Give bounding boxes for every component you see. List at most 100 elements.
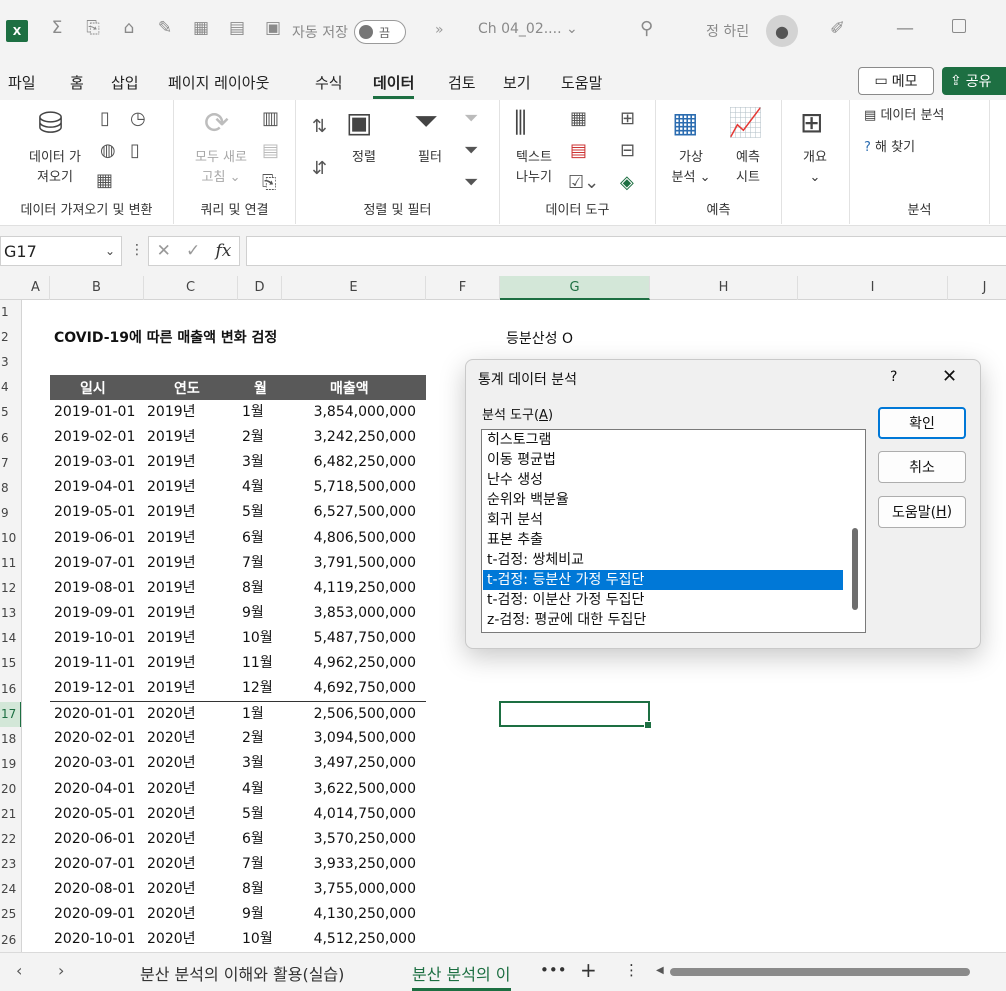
cell-date[interactable]: 2019-11-01 [54, 651, 135, 676]
cell-date[interactable]: 2019-01-01 [54, 400, 135, 425]
avatar[interactable]: ● [766, 15, 798, 47]
tab-home[interactable]: 홈 [70, 72, 84, 93]
outline-button[interactable]: 개요 ⌄ [790, 148, 840, 188]
forecast-sheet-button[interactable]: 예측 시트 [724, 148, 772, 188]
header-date[interactable]: 일시 [80, 378, 106, 398]
cell-year[interactable]: 2020년 [147, 702, 196, 727]
list-item[interactable]: z-검정: 평균에 대한 두집단 [483, 610, 843, 630]
search-icon[interactable]: ⚲ [640, 18, 653, 39]
row-header[interactable]: 12 [0, 576, 21, 601]
cell-month[interactable]: 6월 [242, 827, 264, 852]
cell-year[interactable]: 2019년 [147, 576, 196, 601]
autosave-toggle[interactable]: 끔 [353, 20, 406, 44]
cell-month[interactable]: 8월 [242, 877, 264, 902]
reapply-filter-icon[interactable]: ⏷ [464, 140, 478, 161]
column-header[interactable]: B [50, 276, 144, 300]
more-sheets-icon[interactable]: ••• [540, 961, 567, 979]
row-header[interactable]: 23 [0, 852, 21, 877]
row-header[interactable]: 7 [0, 451, 21, 476]
row-header[interactable]: 5 [0, 400, 21, 425]
cell-date[interactable]: 2019-09-01 [54, 601, 135, 626]
cell-month[interactable]: 6월 [242, 526, 264, 551]
grid-icon[interactable]: ▦ [190, 18, 212, 38]
analysis-tools-list[interactable]: 히스토그램 이동 평균법 난수 생성 순위와 백분율 회귀 분석 표본 추출 t-검정: 쌍… [481, 429, 866, 633]
edit-links-icon[interactable]: ⎘ [262, 172, 276, 193]
cell-date[interactable]: 2019-04-01 [54, 475, 135, 500]
scrollbar-thumb[interactable] [852, 528, 858, 610]
relationships-icon[interactable]: ⊟ [620, 140, 635, 161]
data-analysis-button[interactable]: ▤ 데이터 분석 [864, 106, 944, 126]
column-header[interactable]: D [238, 276, 282, 300]
row-header[interactable]: 22 [0, 827, 21, 852]
prev-sheet-icon[interactable]: ‹ [16, 961, 22, 980]
list-item[interactable]: t-검정: 쌍체비교 [483, 550, 843, 570]
cell-month[interactable]: 9월 [242, 902, 264, 927]
row-header[interactable]: 16 [0, 677, 21, 702]
list-item[interactable]: 표본 추출 [483, 530, 843, 550]
chevron-down-icon[interactable]: ⌄ [105, 244, 115, 258]
list-item[interactable]: t-검정: 등분산 가정 두집단 [483, 570, 843, 590]
list-item[interactable]: 난수 생성 [483, 470, 843, 490]
cell-date[interactable]: 2020-09-01 [54, 902, 135, 927]
row-header[interactable]: 8 [0, 476, 21, 501]
cell-sales[interactable]: 3,755,000,000 [314, 877, 416, 902]
more-commands-icon[interactable]: » [435, 22, 444, 38]
sheet-tab-active[interactable]: 분산 분석의 이 [412, 961, 511, 991]
cell-month[interactable]: 11월 [242, 651, 273, 676]
next-sheet-icon[interactable]: › [58, 961, 64, 980]
properties-icon[interactable]: ▤ [262, 140, 279, 161]
cell-date[interactable]: 2019-08-01 [54, 576, 135, 601]
from-table-icon[interactable]: ▦ [96, 170, 113, 191]
from-web-icon[interactable]: ◍ [100, 140, 116, 161]
row-header[interactable]: 18 [0, 727, 21, 752]
cell-date[interactable]: 2019-07-01 [54, 551, 135, 576]
cell-sales[interactable]: 4,119,250,000 [314, 576, 416, 601]
cell-sales[interactable]: 3,570,250,000 [314, 827, 416, 852]
list-item[interactable]: 히스토그램 [483, 430, 843, 450]
sort-descending-icon[interactable]: ⇵ [312, 158, 327, 179]
cell-month[interactable]: 7월 [242, 551, 264, 576]
column-header[interactable]: C [144, 276, 238, 300]
data-validation-icon[interactable]: ☑⌄ [568, 172, 599, 193]
row-header[interactable]: 25 [0, 902, 21, 927]
check-icon[interactable]: ✓ [186, 241, 200, 261]
name-box[interactable]: G17 ⌄ [0, 236, 122, 266]
cell-year[interactable]: 2019년 [147, 500, 196, 525]
cell-year[interactable]: 2019년 [147, 676, 196, 701]
cell-sales[interactable]: 3,933,250,000 [314, 852, 416, 877]
cell-year[interactable]: 2020년 [147, 852, 196, 877]
row-header[interactable]: 1 [0, 300, 21, 325]
cell-sales[interactable]: 3,242,250,000 [314, 425, 416, 450]
cell-date[interactable]: 2020-05-01 [54, 802, 135, 827]
column-header[interactable]: A [22, 276, 50, 300]
share-button[interactable]: ⇪ 공유 [942, 67, 1006, 95]
cell-month[interactable]: 10월 [242, 626, 273, 651]
tab-page-layout[interactable]: 페이지 레이아웃 [168, 72, 269, 93]
cell-date[interactable]: 2019-02-01 [54, 425, 135, 450]
existing-connections-icon[interactable]: ▯ [130, 140, 140, 161]
list-item[interactable]: 회귀 분석 [483, 510, 843, 530]
row-header[interactable]: 15 [0, 651, 21, 676]
formula-input[interactable] [246, 236, 1006, 266]
sheet-title[interactable]: COVID-19에 따른 매출액 변화 검정 [54, 327, 277, 347]
solver-button[interactable]: ? 해 찾기 [864, 138, 915, 158]
cell-sales[interactable]: 4,014,750,000 [314, 802, 416, 827]
pen-icon[interactable]: ✐ [830, 18, 845, 39]
data-model-icon[interactable]: ◈ [620, 172, 634, 193]
cell-month[interactable]: 8월 [242, 576, 264, 601]
cell-sales[interactable]: 4,962,250,000 [314, 651, 416, 676]
list-item[interactable]: 이동 평균법 [483, 450, 843, 470]
advanced-filter-icon[interactable]: ⏷ [464, 172, 478, 193]
cell-date[interactable]: 2020-03-01 [54, 751, 135, 776]
cell-year[interactable]: 2019년 [147, 601, 196, 626]
what-if-button[interactable]: 가상 분석 ⌄ [664, 148, 718, 188]
cell-month[interactable]: 4월 [242, 777, 264, 802]
header-sales[interactable]: 매출액 [330, 378, 369, 398]
cell-sales[interactable]: 3,622,500,000 [314, 777, 416, 802]
row-header[interactable]: 24 [0, 877, 21, 902]
scrollbar-thumb[interactable] [670, 968, 970, 976]
memo-button[interactable]: ▭ 메모 [858, 67, 934, 95]
cell-month[interactable]: 2월 [242, 425, 264, 450]
row-header[interactable]: 13 [0, 601, 21, 626]
cancel-icon[interactable]: ✕ [157, 241, 171, 261]
